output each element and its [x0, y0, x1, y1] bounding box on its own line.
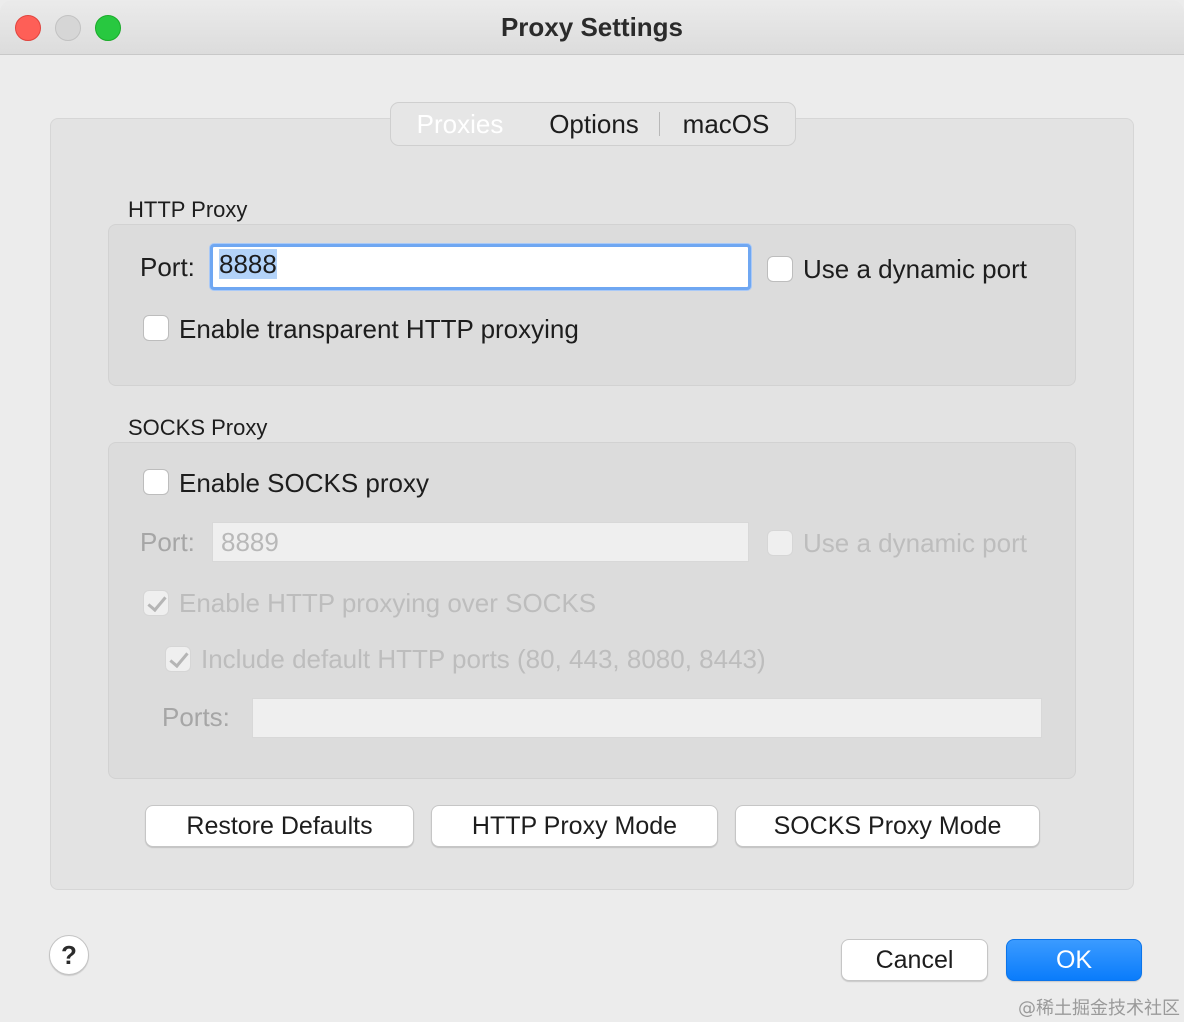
socks-dynamic-port-label: Use a dynamic port: [803, 528, 1027, 558]
http-dynamic-port-label: Use a dynamic port: [803, 254, 1027, 284]
transparent-proxying-label: Enable transparent HTTP proxying: [179, 314, 579, 344]
title-bar: Proxy Settings: [0, 0, 1184, 55]
enable-socks-label: Enable SOCKS proxy: [179, 468, 430, 498]
socks-port-label: Port:: [140, 527, 195, 557]
proxy-settings-window: Proxy Settings Proxies Options macOS HTT…: [0, 0, 1184, 1022]
http-over-socks-label: Enable HTTP proxying over SOCKS: [179, 588, 597, 618]
http-dynamic-port-checkbox[interactable]: [767, 256, 793, 282]
tab-bar: Proxies Options macOS: [390, 102, 796, 146]
include-default-ports-checkbox[interactable]: [165, 646, 191, 672]
http-over-socks-checkbox[interactable]: [143, 590, 169, 616]
enable-socks-checkbox[interactable]: [143, 469, 169, 495]
http-proxy-section-label: HTTP Proxy: [128, 197, 248, 222]
transparent-proxying-checkbox[interactable]: [143, 315, 169, 341]
http-proxy-mode-button[interactable]: HTTP Proxy Mode: [431, 805, 718, 847]
socks-proxy-section-label: SOCKS Proxy: [128, 415, 268, 440]
http-port-label: Port:: [140, 252, 195, 282]
window-title: Proxy Settings: [500, 12, 684, 42]
ok-button[interactable]: OK: [1006, 939, 1142, 981]
tab-macos[interactable]: macOS: [660, 103, 792, 145]
http-port-value: 8888: [219, 249, 277, 279]
tab-options[interactable]: Options: [529, 103, 659, 145]
ports-label: Ports:: [162, 702, 230, 732]
tab-proxies[interactable]: Proxies: [391, 103, 529, 145]
cancel-button[interactable]: Cancel: [841, 939, 988, 981]
include-default-ports-label: Include default HTTP ports (80, 443, 808…: [201, 644, 766, 674]
ports-input[interactable]: [252, 698, 1042, 738]
socks-proxy-mode-button[interactable]: SOCKS Proxy Mode: [735, 805, 1040, 847]
restore-defaults-button[interactable]: Restore Defaults: [145, 805, 414, 847]
http-port-input[interactable]: 8888: [210, 244, 751, 290]
watermark: @稀土掘金技术社区: [1018, 998, 1180, 1019]
socks-port-input[interactable]: 8889: [212, 522, 749, 562]
socks-dynamic-port-checkbox[interactable]: [767, 530, 793, 556]
help-button[interactable]: ?: [49, 935, 89, 975]
